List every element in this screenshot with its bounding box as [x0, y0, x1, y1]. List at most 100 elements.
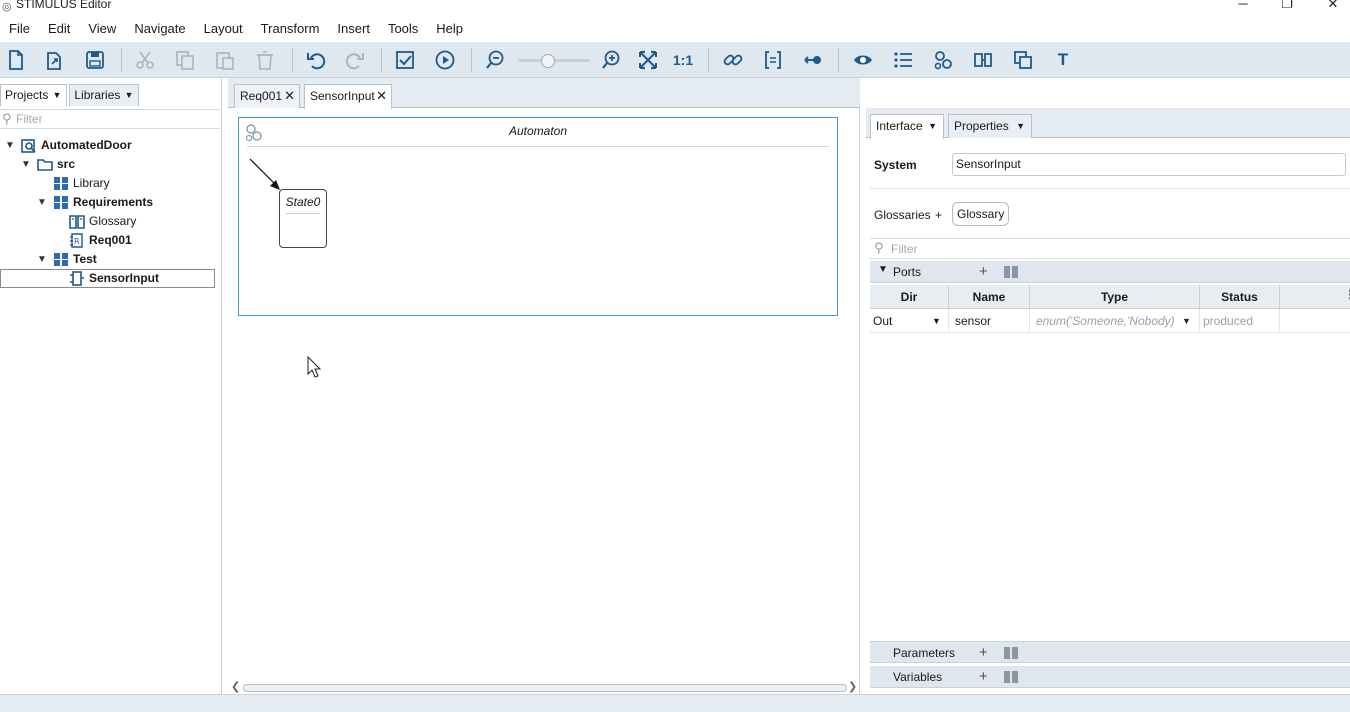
undo-button[interactable] — [303, 47, 329, 73]
tab-libraries[interactable]: Libraries ▼ — [69, 84, 140, 106]
parameters-section-header[interactable]: Parameters + — [870, 641, 1350, 663]
column-header-name[interactable]: Name — [949, 285, 1030, 309]
tab-interface[interactable]: Interface ▼ — [870, 114, 944, 139]
block-button[interactable] — [970, 47, 996, 73]
diagram-canvas[interactable]: Automaton State0 — [228, 109, 859, 679]
window-title: STIMULUS Editor — [16, 0, 112, 11]
port-type-select[interactable]: enum('Someone,'Nobody) ▼ — [1030, 309, 1200, 333]
scrollbar-thumb[interactable] — [243, 684, 847, 692]
fit-to-window-button[interactable] — [635, 47, 661, 73]
add-parameter-button[interactable]: + — [979, 644, 988, 661]
link-button[interactable] — [720, 47, 746, 73]
scroll-right-icon[interactable]: ❯ — [848, 680, 857, 693]
chevron-down-icon[interactable]: ▼ — [1182, 309, 1191, 333]
text-tool-button[interactable]: T — [1050, 47, 1076, 73]
add-glossary-button[interactable]: + — [935, 208, 942, 222]
add-port-button[interactable]: + — [979, 263, 988, 280]
tree-toggle-icon[interactable]: ▼ — [20, 155, 32, 174]
tree-item-test[interactable]: ▼ Test — [0, 250, 220, 269]
interface-filter-input[interactable]: ⚲ Filter — [870, 238, 1350, 259]
horizontal-scrollbar[interactable]: ❮ ❯ — [230, 680, 858, 694]
close-window-button[interactable]: ✕ — [1318, 0, 1348, 12]
tab-properties[interactable]: Properties ▼ — [948, 114, 1032, 138]
book-icon[interactable] — [1003, 646, 1019, 660]
initial-transition-arrow[interactable] — [249, 158, 285, 192]
list-button[interactable] — [890, 47, 916, 73]
copy-button[interactable] — [172, 47, 198, 73]
tree-item-glossary[interactable]: Glossary — [0, 212, 220, 231]
tree-item-requirements[interactable]: ▼ Requirements — [0, 193, 220, 212]
chevron-down-icon: ▼ — [928, 121, 937, 131]
column-header-type[interactable]: Type — [1030, 285, 1200, 309]
scroll-left-icon[interactable]: ❮ — [231, 680, 240, 693]
automaton-block[interactable]: Automaton State0 — [238, 117, 838, 316]
tree-item-library[interactable]: Library — [0, 174, 220, 193]
simulate-button[interactable] — [432, 47, 458, 73]
table-row[interactable]: Out ▼ sensor enum('Someone,'Nobody) ▼ pr… — [870, 309, 1350, 333]
minimize-button[interactable]: ─ — [1228, 0, 1258, 11]
menu-navigate[interactable]: Navigate — [125, 21, 194, 36]
close-icon[interactable]: ✕ — [376, 85, 387, 107]
system-name-field[interactable]: SensorInput — [952, 153, 1346, 176]
save-button[interactable] — [82, 47, 108, 73]
menu-tools[interactable]: Tools — [379, 21, 427, 36]
zoom-in-button[interactable] — [598, 47, 624, 73]
menu-file[interactable]: File — [0, 21, 39, 36]
undo-icon — [307, 53, 326, 70]
tab-sensorinput[interactable]: SensorInput ✕ — [304, 84, 392, 109]
toolbar-separator — [381, 48, 382, 72]
zoom-slider[interactable] — [518, 54, 590, 68]
add-variable-button[interactable]: + — [979, 668, 988, 685]
menu-transform[interactable]: Transform — [252, 21, 329, 36]
right-panel-tabs: Interface ▼ Properties ▼ — [866, 108, 1350, 139]
column-header-status[interactable]: Status — [1200, 285, 1280, 309]
book-icon[interactable] — [1003, 670, 1019, 684]
bracket-button[interactable] — [760, 47, 786, 73]
column-header-dir[interactable]: Dir — [870, 285, 949, 309]
open-file-button[interactable] — [42, 47, 68, 73]
paste-button[interactable] — [212, 47, 238, 73]
redo-button[interactable] — [342, 47, 368, 73]
tree-item-src[interactable]: ▼ src — [0, 155, 220, 174]
check-button[interactable] — [392, 47, 418, 73]
port-dir-select[interactable]: Out ▼ — [870, 309, 949, 333]
zoom-reset-button[interactable]: 1:1 — [670, 47, 696, 73]
tree-toggle-icon[interactable]: ▼ — [4, 136, 16, 155]
automaton-button[interactable] — [930, 47, 956, 73]
menu-help[interactable]: Help — [427, 21, 472, 36]
menu-layout[interactable]: Layout — [195, 21, 252, 36]
cut-button[interactable] — [132, 47, 158, 73]
tree-toggle-icon[interactable]: ▼ — [36, 193, 48, 212]
tree-item-req001[interactable]: R Req001 — [0, 231, 220, 250]
project-filter-input[interactable]: ⚲ Filter — [0, 109, 220, 129]
tab-projects[interactable]: Projects ▼ — [0, 84, 68, 106]
menu-view[interactable]: View — [79, 21, 125, 36]
close-icon[interactable]: ✕ — [284, 85, 295, 107]
table-menu-icon[interactable]: ⋮ — [1344, 287, 1350, 303]
ports-toggle-icon[interactable]: ▼ — [878, 264, 888, 275]
state-node[interactable]: State0 — [279, 189, 327, 248]
tab-req001[interactable]: Req001 ✕ — [234, 84, 300, 108]
menu-edit[interactable]: Edit — [39, 21, 79, 36]
view-button[interactable] — [850, 47, 876, 73]
zoom-slider-thumb[interactable] — [541, 54, 555, 68]
tree-item-label: Library — [73, 176, 110, 190]
new-file-button[interactable] — [3, 47, 29, 73]
restore-button[interactable]: ❐ — [1272, 0, 1302, 12]
delete-button[interactable] — [252, 47, 278, 73]
menu-insert[interactable]: Insert — [328, 21, 379, 36]
tree-item-sensorinput[interactable]: SensorInput — [0, 269, 215, 288]
chevron-down-icon[interactable]: ▼ — [932, 309, 941, 333]
book-icon[interactable] — [1003, 265, 1019, 279]
glossary-chip[interactable]: Glossary — [952, 202, 1010, 226]
tree-item-automateddoor[interactable]: ▼ AutomatedDoor — [0, 136, 220, 155]
tree-item-label: Test — [73, 252, 97, 266]
zoom-out-button[interactable] — [482, 47, 508, 73]
variables-section-header[interactable]: Variables + — [870, 666, 1350, 688]
input-port-button[interactable] — [800, 47, 826, 73]
paste-icon — [216, 52, 234, 70]
duplicate-button[interactable] — [1010, 47, 1036, 73]
port-name-cell[interactable]: sensor — [949, 309, 1030, 333]
ports-section-header[interactable]: ▼ Ports + — [870, 261, 1350, 283]
tree-toggle-icon[interactable]: ▼ — [36, 250, 48, 269]
